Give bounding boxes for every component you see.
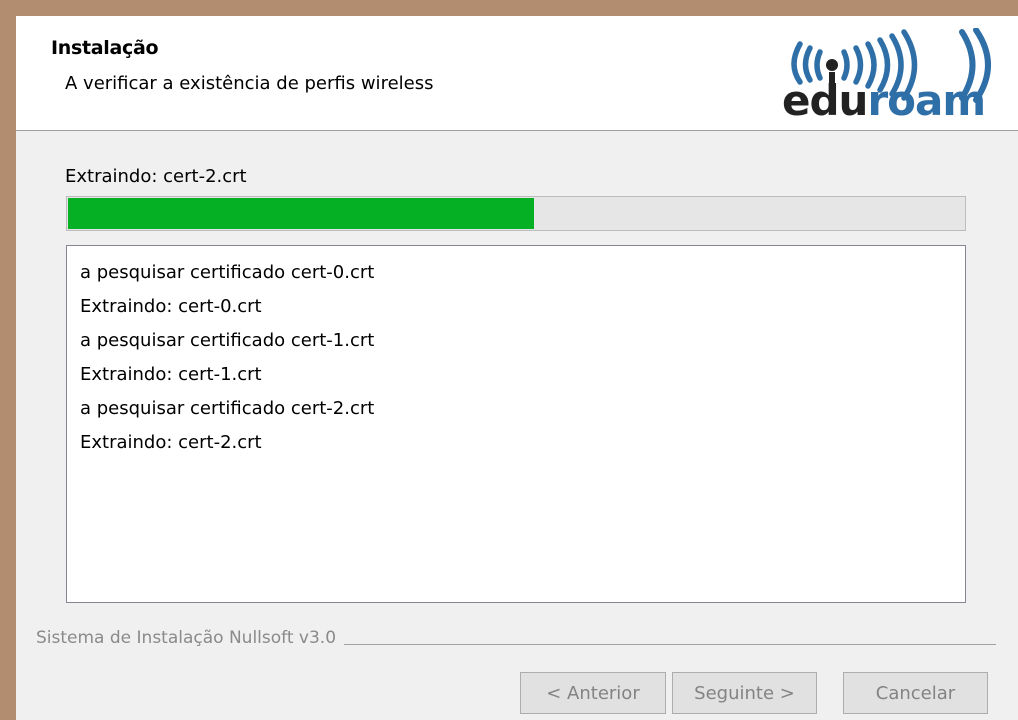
log-line: a pesquisar certificado cert-0.crt bbox=[80, 262, 375, 283]
installer-window: Instalação A verificar a existência de p… bbox=[16, 16, 1018, 720]
details-log-list[interactable]: a pesquisar certificado cert-0.crt Extrai… bbox=[66, 245, 966, 603]
cancel-button[interactable]: Cancelar bbox=[843, 672, 988, 714]
branding-divider: Sistema de Instalação Nullsoft v3.0 bbox=[36, 628, 996, 656]
log-line: Extraindo: cert-1.crt bbox=[80, 364, 262, 385]
status-text: Extraindo: cert-2.crt bbox=[65, 166, 247, 187]
eduroam-logo: eduroam bbox=[782, 28, 991, 120]
progress-bar bbox=[66, 196, 966, 231]
page-title: Instalação bbox=[51, 37, 159, 59]
next-button[interactable]: Seguinte > bbox=[672, 672, 817, 714]
log-line: Extraindo: cert-2.crt bbox=[80, 432, 262, 453]
branding-text: Sistema de Instalação Nullsoft v3.0 bbox=[36, 628, 345, 648]
progress-fill bbox=[68, 198, 534, 229]
back-button[interactable]: < Anterior bbox=[520, 672, 666, 714]
log-line: Extraindo: cert-0.crt bbox=[80, 296, 262, 317]
header-panel: Instalação A verificar a existência de p… bbox=[16, 16, 1018, 131]
log-line: a pesquisar certificado cert-2.crt bbox=[80, 398, 375, 419]
logo-prefix: edu bbox=[782, 76, 867, 120]
log-line: a pesquisar certificado cert-1.crt bbox=[80, 330, 375, 351]
page-subtitle: A verificar a existência de perfis wirel… bbox=[65, 73, 434, 94]
logo-suffix: roam bbox=[867, 76, 985, 120]
svg-text:eduroam: eduroam bbox=[782, 76, 985, 120]
